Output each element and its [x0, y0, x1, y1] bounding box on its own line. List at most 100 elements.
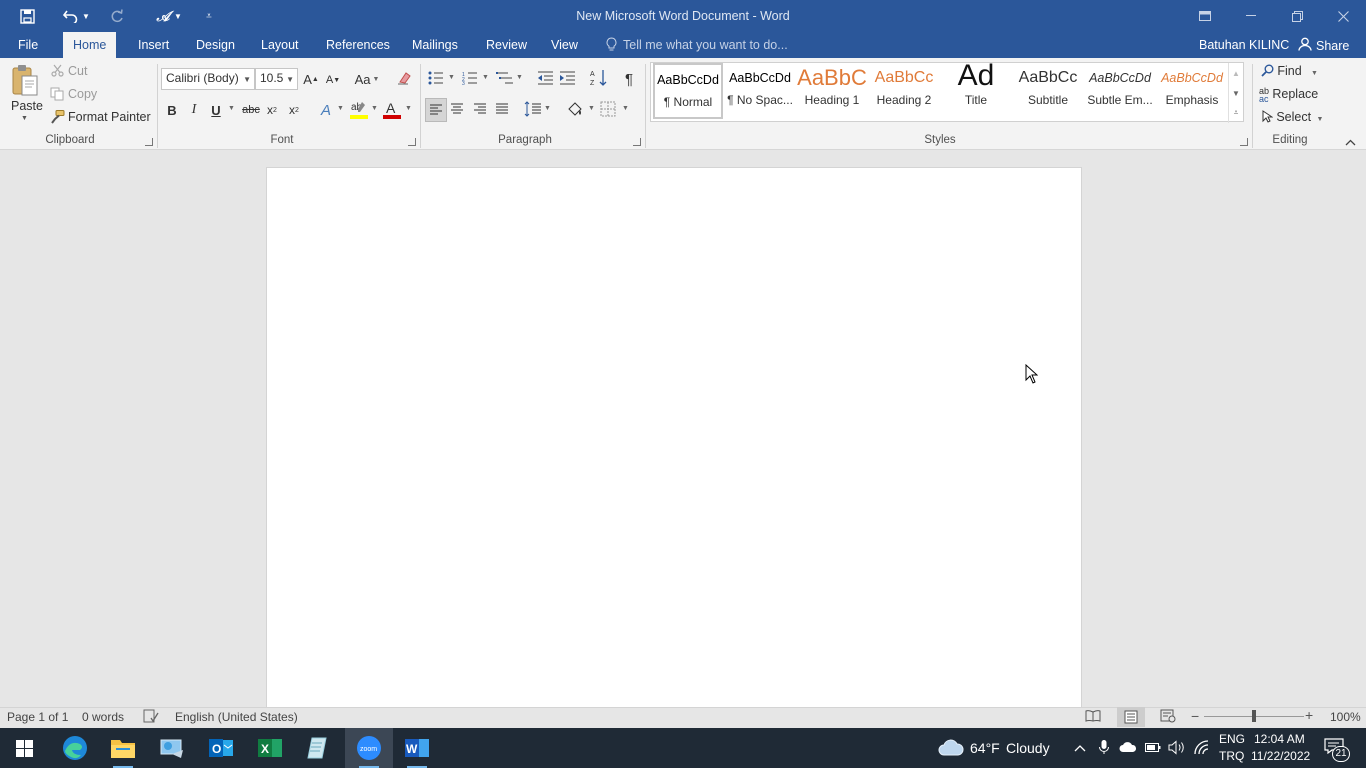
- redo-icon[interactable]: [104, 4, 130, 28]
- tab-mailings[interactable]: Mailings: [402, 32, 468, 58]
- keyboard-layout[interactable]: TRQ: [1219, 749, 1244, 763]
- paste-button[interactable]: Paste: [11, 99, 43, 113]
- web-layout-icon[interactable]: [1160, 709, 1176, 726]
- numbering-dropdown-icon[interactable]: ▼: [482, 74, 489, 81]
- style-heading-2[interactable]: AaBbCc Heading 2: [869, 63, 939, 119]
- bold-icon[interactable]: B: [163, 100, 181, 120]
- tell-me-search[interactable]: Tell me what you want to do...: [623, 38, 788, 52]
- minimize-button[interactable]: [1228, 0, 1274, 32]
- chevron-down-icon[interactable]: ▼: [286, 75, 294, 84]
- font-color-dropdown-icon[interactable]: ▼: [405, 105, 412, 112]
- chevron-down-icon[interactable]: ▼: [243, 75, 251, 84]
- paste-dropdown-icon[interactable]: ▼: [21, 115, 28, 122]
- highlighter-icon[interactable]: ab: [350, 100, 368, 123]
- close-button[interactable]: [1320, 0, 1366, 32]
- paste-icon[interactable]: [10, 63, 40, 99]
- select-button[interactable]: Select ▼: [1262, 110, 1323, 126]
- notepad-icon[interactable]: [295, 728, 343, 768]
- control-panel-icon[interactable]: [148, 728, 196, 768]
- restore-button[interactable]: [1274, 0, 1320, 32]
- gallery-up-icon[interactable]: ▲: [1228, 63, 1243, 83]
- borders-dropdown-icon[interactable]: ▼: [622, 105, 629, 112]
- align-center-icon[interactable]: [449, 102, 465, 119]
- change-case-button[interactable]: Aa ▼: [352, 69, 382, 89]
- clock-time[interactable]: 12:04 AM: [1254, 732, 1305, 746]
- zoom-app-icon[interactable]: zoom: [345, 728, 393, 768]
- bullets-icon[interactable]: [428, 71, 444, 88]
- file-explorer-icon[interactable]: [99, 728, 147, 768]
- tab-design[interactable]: Design: [186, 32, 245, 58]
- text-effects-dropdown-icon[interactable]: ▼: [337, 105, 344, 112]
- multilevel-dropdown-icon[interactable]: ▼: [516, 74, 523, 81]
- touch-mode-dropdown-icon[interactable]: ▼: [170, 4, 186, 28]
- tab-view[interactable]: View: [541, 32, 588, 58]
- proofing-icon[interactable]: [143, 709, 159, 726]
- outlook-icon[interactable]: O: [197, 728, 245, 768]
- format-painter-button[interactable]: Format Painter: [68, 110, 151, 124]
- undo-dropdown-icon[interactable]: ▼: [78, 4, 94, 28]
- justify-icon[interactable]: [494, 102, 510, 119]
- sort-icon[interactable]: AZ: [590, 69, 608, 90]
- save-icon[interactable]: [14, 4, 40, 28]
- increase-indent-icon[interactable]: [559, 71, 576, 88]
- weather-condition[interactable]: Cloudy: [1006, 740, 1050, 756]
- print-layout-button[interactable]: [1117, 707, 1145, 727]
- cut-button[interactable]: Cut: [68, 64, 87, 78]
- document-page[interactable]: [266, 167, 1082, 712]
- text-effects-icon[interactable]: A: [316, 99, 336, 121]
- subscript-icon[interactable]: x2: [263, 100, 281, 120]
- bullets-dropdown-icon[interactable]: ▼: [448, 74, 455, 81]
- excel-icon[interactable]: X: [246, 728, 294, 768]
- share-button[interactable]: Share: [1298, 37, 1349, 54]
- customize-qat-icon[interactable]: ⩡: [196, 4, 222, 28]
- show-formatting-marks-icon[interactable]: ¶: [620, 69, 638, 89]
- underline-icon[interactable]: U: [207, 100, 225, 120]
- battery-icon[interactable]: [1145, 742, 1161, 756]
- start-button[interactable]: [0, 728, 48, 768]
- style-no-spacing[interactable]: AaBbCcDd ¶ No Spac...: [725, 63, 795, 119]
- style-normal[interactable]: AaBbCcDd ¶ Normal: [653, 63, 723, 119]
- zoom-out-icon[interactable]: −: [1191, 709, 1199, 723]
- decrease-indent-icon[interactable]: [537, 71, 554, 88]
- onedrive-icon[interactable]: [1119, 741, 1137, 756]
- italic-icon[interactable]: I: [185, 100, 203, 120]
- gallery-more-icon[interactable]: ⩡: [1228, 103, 1243, 123]
- tab-layout[interactable]: Layout: [251, 32, 309, 58]
- zoom-in-icon[interactable]: +: [1305, 708, 1313, 722]
- highlighter-dropdown-icon[interactable]: ▼: [371, 105, 378, 112]
- font-name-combo[interactable]: Calibri (Body) ▼: [161, 68, 255, 90]
- line-spacing-icon[interactable]: [524, 101, 542, 120]
- tab-references[interactable]: References: [316, 32, 400, 58]
- ribbon-display-options-icon[interactable]: [1182, 0, 1228, 32]
- clear-formatting-icon[interactable]: [396, 70, 412, 89]
- line-spacing-dropdown-icon[interactable]: ▼: [544, 105, 551, 112]
- page-count[interactable]: Page 1 of 1: [7, 710, 68, 724]
- user-name[interactable]: Batuhan KILINC: [1199, 38, 1289, 52]
- volume-icon[interactable]: [1168, 740, 1186, 758]
- word-count[interactable]: 0 words: [82, 710, 124, 724]
- collapse-ribbon-icon[interactable]: [1345, 135, 1356, 149]
- style-subtle-emphasis[interactable]: AaBbCcDd Subtle Em...: [1085, 63, 1155, 119]
- replace-button[interactable]: ab ac Replace: [1259, 87, 1318, 104]
- zoom-slider-thumb[interactable]: [1252, 710, 1256, 722]
- font-color-icon[interactable]: A: [383, 100, 401, 123]
- read-mode-icon[interactable]: [1085, 709, 1101, 725]
- superscript-icon[interactable]: x2: [285, 100, 303, 120]
- shrink-font-icon[interactable]: A ▼: [324, 70, 342, 90]
- style-emphasis[interactable]: AaBbCcDd Emphasis: [1157, 63, 1227, 119]
- align-left-button[interactable]: [425, 98, 447, 122]
- input-language[interactable]: ENG: [1219, 732, 1245, 746]
- copy-button[interactable]: Copy: [68, 87, 97, 101]
- styles-launcher-icon[interactable]: [1240, 138, 1248, 146]
- zoom-level[interactable]: 100%: [1330, 710, 1361, 724]
- tab-file[interactable]: File: [8, 32, 48, 58]
- clipboard-launcher-icon[interactable]: [145, 138, 153, 146]
- multilevel-list-icon[interactable]: [496, 71, 514, 88]
- grow-font-icon[interactable]: A ▲: [302, 69, 320, 89]
- strikethrough-icon[interactable]: abc: [240, 100, 262, 120]
- wifi-icon[interactable]: [1194, 740, 1210, 758]
- weather-temperature[interactable]: 64°F: [970, 740, 1000, 756]
- edge-icon[interactable]: [51, 728, 99, 768]
- chevron-up-icon[interactable]: [1073, 742, 1087, 756]
- tab-insert[interactable]: Insert: [128, 32, 179, 58]
